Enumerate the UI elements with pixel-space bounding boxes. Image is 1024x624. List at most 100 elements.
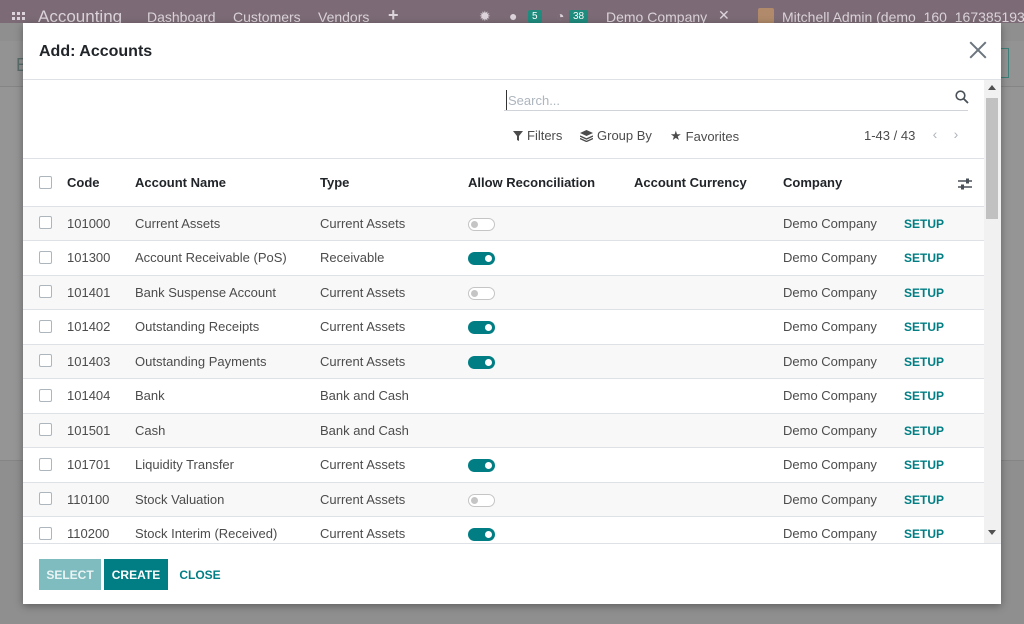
nav-customers[interactable]: Customers (233, 9, 301, 23)
cell-action: SETUP (904, 240, 984, 276)
cell-account-currency (634, 447, 783, 483)
setup-button[interactable]: SETUP (904, 389, 944, 403)
reconcile-toggle[interactable] (468, 252, 495, 266)
nav-dashboard[interactable]: Dashboard (147, 9, 216, 23)
scroll-down-icon[interactable] (988, 530, 996, 535)
cell-account-name: Bank Suspense Account (135, 275, 320, 310)
row-select-cell (23, 516, 67, 543)
clock-icon[interactable]: ◔ (556, 8, 564, 23)
reconcile-toggle[interactable] (468, 321, 495, 335)
search-bar (504, 89, 968, 111)
app-title[interactable]: Accounting (38, 7, 122, 23)
filters-button[interactable]: Filters (513, 128, 562, 143)
close-button[interactable]: CLOSE (176, 559, 224, 590)
user-menu[interactable]: Mitchell Admin (demo_160_1673851936) (782, 9, 1024, 23)
cell-action: SETUP (904, 516, 984, 543)
cell-company: Demo Company (783, 482, 904, 517)
nav-vendors[interactable]: Vendors (318, 9, 369, 23)
table-row[interactable]: 101701 Liquidity Transfer Current Assets De… (23, 447, 984, 483)
close-icon[interactable] (969, 41, 987, 59)
row-checkbox[interactable] (39, 492, 52, 506)
pager-next-icon[interactable]: › (948, 126, 964, 144)
favorites-button[interactable]: ★ Favorites (670, 128, 739, 144)
row-checkbox[interactable] (39, 285, 52, 299)
chat-icon[interactable]: ● (509, 8, 517, 23)
reconcile-toggle[interactable] (468, 217, 495, 231)
cell-allow-reconciliation (468, 344, 634, 379)
table-row[interactable]: 101300 Account Receivable (PoS) Receivable… (23, 240, 984, 276)
setup-button[interactable]: SETUP (904, 251, 944, 265)
header-select-cell (23, 160, 67, 207)
cell-account-currency (634, 482, 783, 517)
setup-button[interactable]: SETUP (904, 217, 944, 231)
cell-allow-reconciliation (468, 275, 634, 310)
group-by-button[interactable]: Group By (580, 128, 652, 143)
apps-menu-icon[interactable] (12, 12, 26, 23)
reconcile-toggle[interactable] (468, 459, 495, 473)
pager-value[interactable]: 1-43 / 43 (864, 128, 915, 143)
pager-previous-icon[interactable]: ‹ (927, 126, 943, 144)
group-by-label: Group By (597, 128, 652, 143)
reconcile-toggle[interactable] (468, 355, 495, 369)
search-icon[interactable] (955, 90, 969, 104)
setup-button[interactable]: SETUP (904, 527, 944, 541)
reconcile-toggle[interactable] (468, 493, 495, 507)
column-code[interactable]: Code (67, 160, 135, 207)
row-checkbox[interactable] (39, 319, 52, 333)
table-row[interactable]: 101403 Outstanding Payments Current Assets… (23, 344, 984, 379)
select-all-checkbox[interactable] (39, 175, 52, 189)
create-button[interactable]: CREATE (104, 559, 168, 590)
bug-icon[interactable]: ✹ (479, 8, 491, 23)
table-row[interactable]: 101404 Bank Bank and Cash Demo Company SETUP (23, 378, 984, 414)
row-checkbox[interactable] (39, 250, 52, 264)
sliders-icon[interactable] (958, 178, 972, 190)
company-switcher[interactable]: Demo Company (606, 9, 707, 23)
table-row[interactable]: 101402 Outstanding Receipts Current Assets… (23, 309, 984, 345)
reconcile-toggle[interactable] (468, 528, 495, 542)
cell-action: SETUP (904, 378, 984, 414)
cell-account-name: Liquidity Transfer (135, 447, 320, 483)
column-allow-reconciliation[interactable]: Allow Reconciliation (468, 160, 634, 207)
setup-button[interactable]: SETUP (904, 493, 944, 507)
column-company[interactable]: Company (783, 160, 904, 207)
tools-icon[interactable]: ✕ (718, 7, 730, 23)
row-checkbox[interactable] (39, 457, 52, 471)
setup-button[interactable]: SETUP (904, 424, 944, 438)
favorites-label: Favorites (685, 128, 740, 144)
scrollbar-thumb[interactable] (986, 98, 998, 219)
row-select-cell (23, 378, 67, 414)
row-checkbox[interactable] (39, 216, 52, 230)
table-row[interactable]: 101000 Current Assets Current Assets Demo C… (23, 206, 984, 241)
select-button[interactable]: SELECT (39, 559, 101, 590)
cell-code: 101401 (67, 275, 135, 310)
setup-button[interactable]: SETUP (904, 286, 944, 300)
control-panel: Filters Group By ★ Favorites 1-43 / 43 ‹… (23, 80, 1001, 159)
chat-count-badge: 5 (528, 10, 542, 23)
cell-allow-reconciliation (468, 206, 634, 241)
table-row[interactable]: 101501 Cash Bank and Cash Demo Company SETUP (23, 413, 984, 448)
table-row[interactable]: 101401 Bank Suspense Account Current Asset… (23, 275, 984, 310)
table-row[interactable]: 110200 Stock Interim (Received) Current As… (23, 516, 984, 543)
column-account-name[interactable]: Account Name (135, 160, 320, 207)
setup-button[interactable]: SETUP (904, 320, 944, 334)
search-input[interactable] (506, 90, 936, 110)
cell-allow-reconciliation (468, 516, 634, 543)
setup-button[interactable]: SETUP (904, 458, 944, 472)
row-checkbox[interactable] (39, 388, 52, 402)
reconcile-toggle[interactable] (468, 286, 495, 300)
nav-plus[interactable]: + (388, 5, 399, 23)
scroll-up-icon[interactable] (988, 85, 996, 90)
row-checkbox[interactable] (39, 423, 52, 437)
setup-button[interactable]: SETUP (904, 355, 944, 369)
table-header-row: Code Account Name Type Allow Reconciliat… (23, 160, 984, 207)
column-account-currency[interactable]: Account Currency (634, 160, 783, 207)
cell-account-currency (634, 344, 783, 379)
column-type[interactable]: Type (320, 160, 468, 207)
table-row[interactable]: 110100 Stock Valuation Current Assets Demo … (23, 482, 984, 517)
cell-account-currency (634, 516, 783, 543)
row-checkbox[interactable] (39, 354, 52, 368)
cell-account-currency (634, 206, 783, 241)
avatar[interactable] (758, 8, 774, 23)
row-checkbox[interactable] (39, 526, 52, 540)
cell-allow-reconciliation (468, 240, 634, 276)
